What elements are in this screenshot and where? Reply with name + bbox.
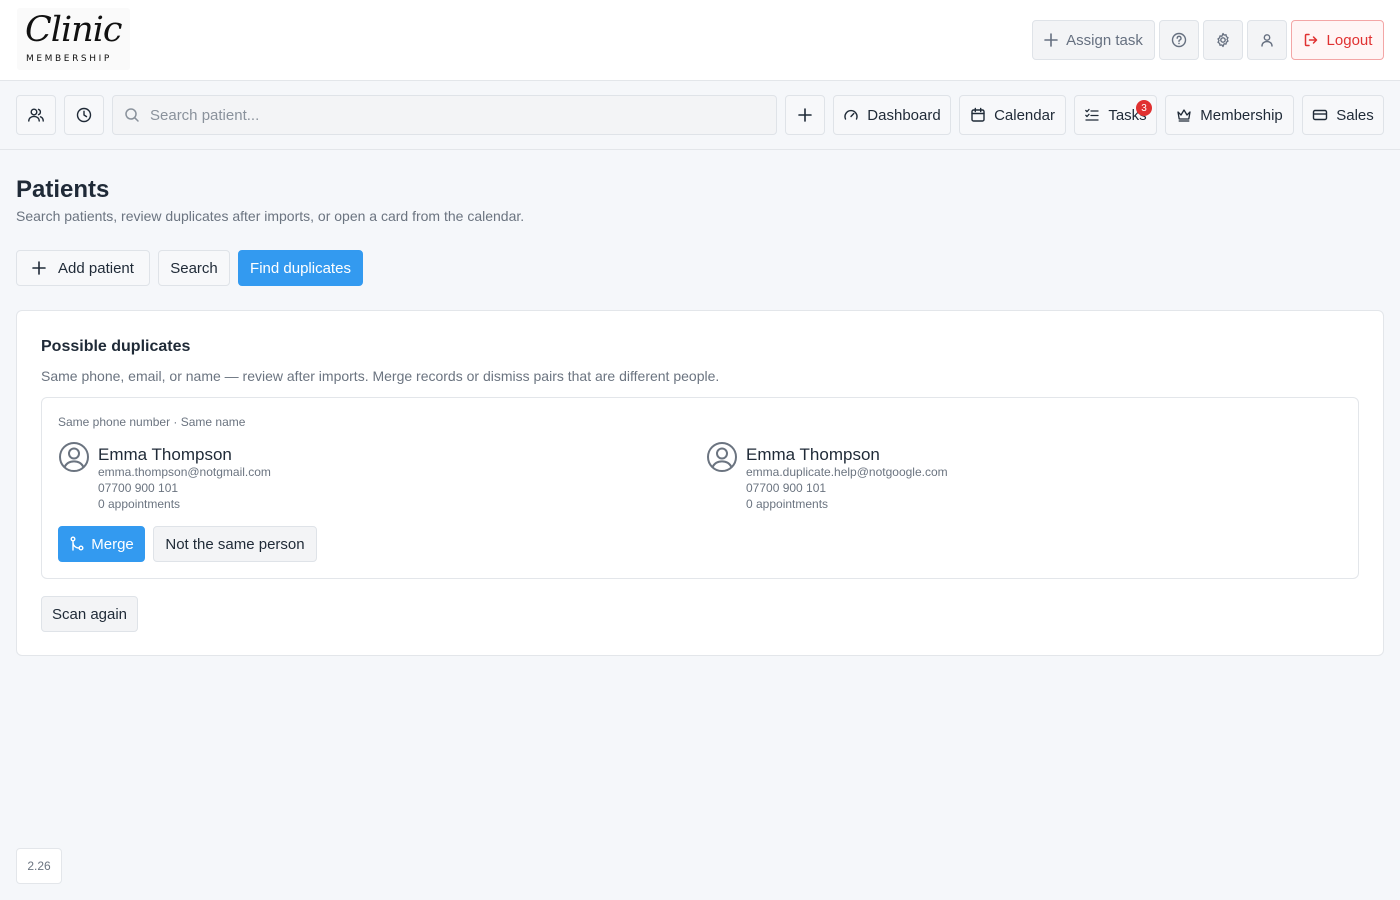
nav-sales[interactable]: Sales [1302, 95, 1384, 135]
find-duplicates-button[interactable]: Find duplicates [238, 250, 363, 286]
app-version: 2.26 [16, 848, 62, 884]
add-patient-button[interactable]: Add patient [16, 250, 150, 286]
clock-icon [76, 107, 92, 123]
credit-card-icon [1312, 107, 1328, 123]
nav-calendar[interactable]: Calendar [959, 95, 1066, 135]
plus-icon [32, 261, 46, 275]
logo-script-text: Clinic [25, 10, 123, 50]
main-toolbar: Dashboard Calendar Tasks 3 Membership Sa… [0, 81, 1400, 150]
nav-sales-label: Sales [1336, 106, 1374, 124]
add-patient-label: Add patient [58, 259, 134, 277]
logo-subtitle: MEMBERSHIP [26, 54, 112, 64]
quick-add-button[interactable] [785, 95, 825, 135]
scan-again-button[interactable]: Scan again [41, 596, 138, 632]
patient-appointments: 0 appointments [746, 497, 829, 511]
clinic-logo[interactable]: Clinic MEMBERSHIP [17, 8, 130, 70]
patient-appointments: 0 appointments [98, 497, 181, 511]
duplicates-title: Possible duplicates [41, 338, 191, 355]
page-subtitle: Search patients, review duplicates after… [16, 208, 525, 224]
gear-icon [1215, 32, 1231, 48]
duplicate-pair: Same phone number · Same name Emma Thomp… [41, 397, 1359, 579]
user-icon [1259, 32, 1275, 48]
patients-button[interactable] [16, 95, 56, 135]
user-circle-icon [58, 441, 90, 473]
checklist-icon [1084, 107, 1100, 123]
duplicates-description: Same phone, email, or name — review afte… [41, 368, 720, 384]
patient-name: Emma Thompson [98, 445, 232, 464]
help-circle-icon [1171, 32, 1187, 48]
users-icon [27, 106, 45, 124]
nav-tasks[interactable]: Tasks 3 [1074, 95, 1157, 135]
logout-label: Logout [1326, 31, 1373, 49]
tasks-count-badge: 3 [1136, 100, 1152, 116]
not-same-person-button[interactable]: Not the same person [153, 526, 317, 562]
merge-label: Merge [91, 535, 134, 553]
nav-membership[interactable]: Membership [1165, 95, 1294, 135]
patient-search-field [112, 95, 777, 135]
patient-phone: 07700 900 101 [98, 481, 179, 495]
patient-phone: 07700 900 101 [746, 481, 827, 495]
nav-calendar-label: Calendar [994, 106, 1055, 124]
history-button[interactable] [64, 95, 104, 135]
profile-button[interactable] [1247, 20, 1287, 60]
git-merge-icon [69, 536, 85, 552]
duplicate-reason: Same phone number · Same name [58, 415, 246, 429]
plus-icon [798, 108, 812, 122]
gauge-icon [843, 107, 859, 123]
plus-icon [1044, 33, 1058, 47]
merge-button[interactable]: Merge [58, 526, 145, 562]
patient-email: emma.duplicate.help@notgoogle.com [746, 465, 948, 479]
patient-email: emma.thompson@notgmail.com [98, 465, 271, 479]
search-icon [124, 107, 140, 123]
user-circle-icon [706, 441, 738, 473]
logout-icon [1303, 32, 1319, 48]
assign-task-button[interactable]: Assign task [1032, 20, 1155, 60]
patient-name: Emma Thompson [746, 445, 880, 464]
nav-membership-label: Membership [1200, 106, 1283, 124]
help-button[interactable] [1159, 20, 1199, 60]
logout-button[interactable]: Logout [1291, 20, 1384, 60]
calendar-icon [970, 107, 986, 123]
assign-task-label: Assign task [1066, 31, 1143, 49]
patient-search-input[interactable] [150, 106, 750, 124]
page-title: Patients [16, 176, 110, 203]
crown-icon [1176, 107, 1192, 123]
nav-dashboard-label: Dashboard [867, 106, 941, 124]
top-header: Clinic MEMBERSHIP Assign task Logout [0, 0, 1400, 81]
duplicates-card: Possible duplicates Same phone, email, o… [16, 310, 1384, 656]
nav-dashboard[interactable]: Dashboard [833, 95, 951, 135]
settings-button[interactable] [1203, 20, 1243, 60]
search-button[interactable]: Search [158, 250, 230, 286]
